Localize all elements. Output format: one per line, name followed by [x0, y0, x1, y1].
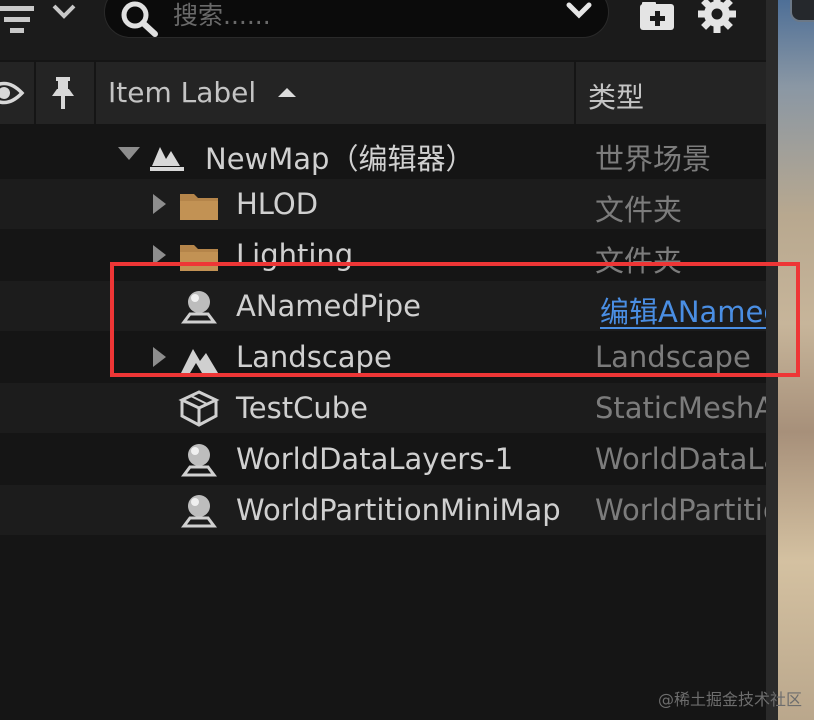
gear-icon	[698, 0, 736, 33]
static-mesh-icon	[178, 390, 220, 427]
chevron-right-icon[interactable]	[146, 344, 172, 370]
tree-row-label: NewMap（编辑器）	[205, 142, 475, 176]
tree-row-label: Lighting	[236, 238, 354, 272]
tree-row-type: 文件夹	[595, 244, 683, 278]
type-header[interactable]: 类型	[588, 76, 644, 116]
search-icon	[121, 1, 158, 37]
tree-row-landscape[interactable]: Landscape Landscape	[0, 332, 766, 382]
tree-row-label: ANamedPipe	[236, 289, 421, 323]
outliner-toolbar	[0, 0, 766, 60]
filter-icon	[0, 4, 76, 33]
column-header: Item Label 类型	[0, 62, 766, 124]
column-divider[interactable]	[94, 62, 96, 124]
outliner-tree: NewMap（编辑器） 世界场景 HLOD 文件夹 Lighting 文件夹 A…	[0, 128, 766, 535]
column-divider[interactable]	[574, 62, 576, 124]
map-icon	[150, 147, 184, 171]
add-icon	[640, 2, 674, 30]
item-label-header[interactable]: Item Label	[108, 76, 256, 109]
panel-splitter[interactable]	[766, 0, 778, 720]
eye-icon	[0, 81, 25, 105]
watermark: @稀土掘金技术社区	[657, 690, 802, 709]
tree-row-newmap[interactable]: NewMap（编辑器） 世界场景	[0, 128, 766, 178]
outliner-panel: Item Label 类型 NewMap（编辑器） 世界场景	[0, 0, 766, 720]
tree-row-lighting[interactable]: Lighting 文件夹	[0, 230, 766, 280]
actor-sphere-icon	[181, 291, 217, 324]
tree-row-label: HLOD	[236, 187, 319, 221]
tree-row-label: WorldDataLayers-1	[236, 442, 514, 476]
tree-row-type: 世界场景	[595, 142, 712, 176]
tree-row-type: WorldDataLayers	[595, 442, 766, 476]
tree-row-type: WorldPartitionMiniMap	[595, 493, 766, 527]
tree-row-type: 文件夹	[595, 193, 683, 227]
tree-row-label: TestCube	[236, 391, 368, 425]
pin-icon	[52, 77, 74, 109]
sort-ascending-icon[interactable]	[276, 84, 298, 100]
visibility-column-header[interactable]	[0, 62, 34, 124]
chevron-down-icon[interactable]	[561, 0, 597, 27]
tree-row-anamedpipe[interactable]: ANamedPipe 编辑ANamedPipe	[0, 281, 766, 331]
landscape-icon	[181, 349, 218, 373]
add-actor-button[interactable]	[636, 0, 678, 34]
settings-button[interactable]	[694, 0, 740, 36]
tree-row-type: StaticMeshActor	[595, 391, 766, 425]
tree-row-label: WorldPartitionMiniMap	[236, 493, 561, 527]
actor-sphere-icon	[181, 444, 217, 477]
chevron-right-icon[interactable]	[146, 242, 172, 268]
tree-row-worlddatalayers[interactable]: WorldDataLayers-1 WorldDataLayers	[0, 434, 766, 484]
pin-column-header[interactable]	[36, 62, 94, 124]
tree-row-label: Landscape	[236, 340, 392, 374]
search-box[interactable]	[104, 0, 609, 38]
actor-sphere-icon	[181, 495, 217, 528]
level-viewport[interactable]	[778, 0, 814, 720]
chevron-right-icon[interactable]	[146, 191, 172, 217]
tree-row-worldpartitionminimap[interactable]: WorldPartitionMiniMap WorldPartitionMini…	[0, 485, 766, 535]
tree-row-testcube[interactable]: TestCube StaticMeshActor	[0, 383, 766, 433]
filter-button[interactable]	[0, 0, 90, 36]
search-input[interactable]	[173, 0, 553, 33]
edit-actor-link[interactable]: 编辑ANamedPipe	[600, 289, 766, 331]
tree-row-hlod[interactable]: HLOD 文件夹	[0, 179, 766, 229]
folder-icon	[180, 245, 218, 271]
folder-icon	[180, 194, 218, 220]
tree-row-type: Landscape	[595, 340, 751, 374]
chevron-down-icon[interactable]	[116, 140, 142, 166]
viewport-button[interactable]	[790, 0, 814, 22]
